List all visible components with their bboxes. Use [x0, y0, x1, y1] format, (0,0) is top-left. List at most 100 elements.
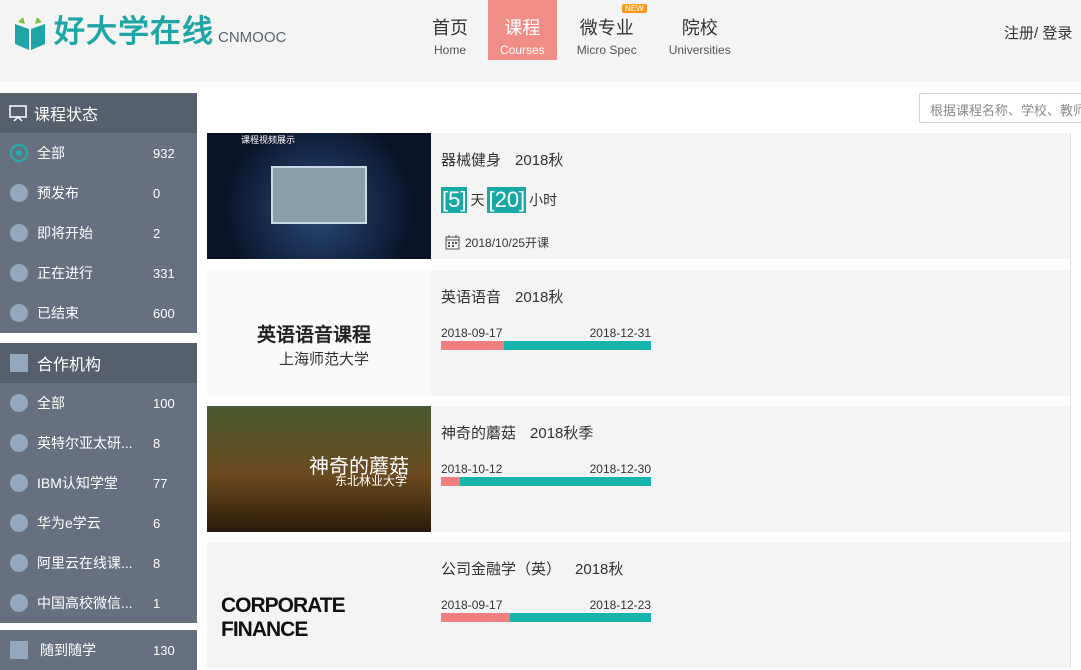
countdown-hour-unit: 小时: [529, 192, 558, 208]
radio-icon: [10, 184, 28, 202]
course-card[interactable]: CORPORATE FINANCE 公司金融学（英） 2018秋 2018-09-17…: [207, 542, 1070, 668]
radio-icon: [10, 514, 28, 532]
nav-micro-spec-sublabel: Micro Spec: [576, 43, 637, 57]
course-thumbnail[interactable]: 神奇的蘑菇 东北林业大学: [207, 406, 431, 532]
nav-home-sublabel: Home: [433, 43, 466, 57]
filter-label: 英特尔亚太研...: [37, 435, 133, 451]
filter-count: 600: [153, 305, 175, 321]
filter-item[interactable]: 华为e学云 6: [0, 503, 197, 543]
filter-label: 全部: [37, 395, 65, 411]
nav-courses[interactable]: 课程 Courses: [488, 0, 557, 60]
countdown-days: [5]: [441, 187, 468, 213]
course-title[interactable]: 器械健身 2018秋: [441, 149, 563, 170]
course-card[interactable]: 神奇的蘑菇 东北林业大学 神奇的蘑菇 2018秋季 2018-10-12 2018-12-…: [207, 406, 1070, 532]
end-date: 2018-12-23: [589, 598, 651, 612]
filter-label: 正在进行: [37, 265, 93, 281]
date-range: 2018-09-17 2018-12-23: [441, 598, 651, 612]
filter-label: 全部: [37, 145, 65, 161]
course-thumbnail[interactable]: 课程视频展示: [207, 133, 431, 259]
course-title[interactable]: 公司金融学（英） 2018秋: [441, 558, 623, 579]
square-icon: [10, 641, 28, 659]
nav-universities-sublabel: Universities: [668, 43, 731, 57]
nav-courses-label: 课程: [504, 18, 541, 38]
filter-label: 已结束: [37, 305, 79, 321]
nav-home[interactable]: 首页 Home: [420, 0, 480, 60]
course-name: 神奇的蘑菇: [441, 425, 517, 442]
nav-home-label: 首页: [432, 18, 468, 38]
main-nav: 首页 Home 课程 Courses NEW 微专业 Micro Spec 院校 Univ…: [420, 0, 751, 60]
filter-count: 331: [153, 265, 175, 281]
progress-fill: [441, 613, 511, 622]
course-term: 2018秋: [575, 561, 624, 578]
course-title[interactable]: 英语语音 2018秋: [441, 286, 563, 307]
radio-icon: [10, 554, 28, 572]
course-name: 英语语音: [441, 289, 502, 306]
progress-fill: [441, 477, 460, 486]
filter-item[interactable]: 中国高校微信... 1: [0, 583, 197, 623]
book-logo-icon: [15, 17, 45, 50]
start-text: 2018/10/25开课: [465, 236, 550, 250]
thumb-subtext: 上海师范大学: [279, 351, 370, 368]
filter-label: 预发布: [37, 185, 79, 201]
radio-icon: [10, 594, 28, 612]
nav-micro-spec[interactable]: NEW 微专业 Micro Spec: [565, 0, 649, 60]
nav-courses-sublabel: Courses: [500, 43, 545, 57]
filter-item[interactable]: IBM认知学堂 77: [0, 463, 197, 503]
course-term: 2018秋: [515, 289, 564, 306]
course-title[interactable]: 神奇的蘑菇 2018秋季: [441, 422, 593, 443]
filter-item[interactable]: 即将开始 2: [0, 213, 197, 253]
search-input[interactable]: 根据课程名称、学校、教师: [919, 93, 1081, 123]
filter-count: 100: [153, 395, 175, 411]
countdown-day-unit: 天: [470, 192, 485, 208]
start-date: 2018/10/25开课: [445, 234, 549, 251]
filter-item[interactable]: 阿里云在线课... 8: [0, 543, 197, 583]
filter-count: 2: [153, 225, 161, 241]
course-card[interactable]: 课程视频展示器械健身 2018秋 [5] 天 [20] 小时 2018/10/25开课: [207, 133, 1070, 259]
thumb-text: 英语语音课程: [257, 325, 372, 346]
filter-label: 随到随学: [40, 642, 96, 658]
course-card[interactable]: 英语语音课程 上海师范大学 英语语音 2018秋 2018-09-17 2018-12-3…: [207, 270, 1070, 396]
filter-count: 0: [153, 185, 161, 201]
filter-item[interactable]: 预发布 0: [0, 173, 197, 213]
filter-label: 即将开始: [37, 225, 93, 241]
logo[interactable]: 好大学在线 CNMOOC: [14, 14, 286, 50]
course-thumbnail[interactable]: 英语语音课程上海师范大学: [207, 270, 431, 396]
register-login-link[interactable]: 注册/ 登录: [1004, 22, 1072, 43]
course-thumbnail[interactable]: CORPORATE FINANCE: [207, 542, 431, 668]
monitor-icon: [9, 105, 27, 122]
radio-icon: [10, 394, 28, 412]
radio-icon: [10, 264, 28, 282]
progress-bar: [441, 341, 651, 350]
end-date: 2018-12-30: [589, 462, 651, 476]
anytime-filter[interactable]: 随到随学 130: [0, 630, 197, 670]
date-range: 2018-10-12 2018-12-30: [441, 462, 651, 476]
filter-count: 1: [153, 595, 161, 611]
start-date: 2018-09-17: [441, 598, 503, 612]
radio-icon: [10, 144, 28, 162]
start-date: 2018-10-12: [441, 462, 503, 476]
square-icon: [10, 354, 28, 372]
filter-item[interactable]: 已结束 600: [0, 293, 197, 333]
logo-sub: CNMOOC: [218, 29, 287, 46]
divider: [1070, 133, 1071, 667]
logo-text: 好大学在线: [54, 14, 214, 49]
nav-micro-spec-label: 微专业: [579, 18, 634, 38]
filter-item[interactable]: 全部 100: [0, 383, 197, 423]
date-range: 2018-09-17 2018-12-31: [441, 326, 651, 340]
filter-label: 中国高校微信...: [37, 595, 133, 611]
filter-item[interactable]: 正在进行 331: [0, 253, 197, 293]
countdown: [5] 天 [20] 小时: [441, 187, 560, 213]
filter-item[interactable]: 全部 932: [0, 133, 197, 173]
progress-fill: [441, 341, 504, 350]
status-section-title: 课程状态: [34, 107, 99, 124]
filter-count: 77: [153, 475, 168, 491]
filter-label: 阿里云在线课...: [37, 555, 133, 571]
radio-icon: [10, 434, 28, 452]
filter-item[interactable]: 英特尔亚太研... 8: [0, 423, 197, 463]
nav-universities-label: 院校: [681, 18, 718, 38]
org-section-header: 合作机构: [0, 343, 197, 383]
filter-count: 8: [153, 555, 161, 571]
radio-icon: [10, 224, 28, 242]
thumb-text: 课程视频展示: [241, 135, 296, 145]
nav-universities[interactable]: 院校 Universities: [657, 0, 743, 60]
